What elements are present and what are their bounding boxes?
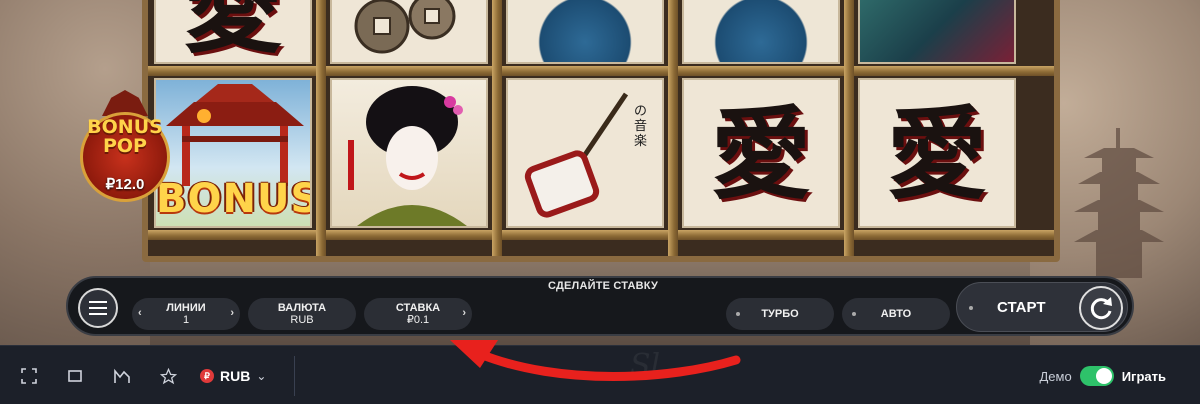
currency-dropdown[interactable]: ₽ RUB ⌄ — [200, 365, 266, 387]
auto-button[interactable]: АВТО — [842, 298, 950, 330]
hamburger-icon — [89, 301, 107, 315]
star-icon[interactable] — [157, 365, 179, 387]
stake-value: ₽0.1 — [406, 314, 430, 326]
lines-selector[interactable]: ‹ ЛИНИИ 1 › — [132, 298, 240, 330]
reel-cell-shamisen: の音楽 — [506, 78, 664, 228]
stake-label: СТАВКА — [395, 302, 441, 314]
bamboo-divider — [492, 0, 502, 256]
currency-code: RUB — [220, 368, 251, 384]
reel-cell-coins — [330, 0, 488, 64]
turbo-button[interactable]: ТУРБО — [726, 298, 834, 330]
reel-cell-geisha-portrait — [858, 0, 1016, 64]
toggle-knob — [1095, 368, 1112, 384]
chevron-right-icon[interactable]: › — [462, 307, 466, 319]
shamisen-icon — [524, 92, 629, 218]
start-label: СТАРТ — [997, 299, 1046, 316]
bamboo-divider — [844, 0, 854, 256]
slot-game-area: 愛 BONUS の音楽 愛 愛 BONUS POP ₽12.0 СДЕЛАЙТЕ… — [0, 0, 1200, 345]
ruble-icon: ₽ — [200, 369, 214, 383]
currency-value: RUB — [290, 314, 314, 326]
start-button[interactable]: СТАРТ — [956, 282, 1128, 332]
bonus-symbol-label: BONUS — [156, 176, 312, 222]
pagoda-silhouette — [1074, 128, 1164, 278]
reel-cell-bonus: BONUS — [154, 78, 312, 228]
turbo-label: ТУРБО — [761, 308, 799, 320]
bamboo-divider — [148, 66, 1054, 76]
stats-icon[interactable] — [111, 365, 133, 387]
coins-icon — [354, 0, 456, 54]
bonus-pop-amount: ₽12.0 — [105, 176, 145, 193]
reel-cell-fan — [682, 0, 840, 64]
instrument-caption: の音楽 — [634, 104, 648, 149]
chevron-down-icon: ⌄ — [256, 369, 267, 383]
game-control-bar: СДЕЛАЙТЕ СТАВКУ ‹ ЛИНИИ 1 › ВАЛЮТА RUB С… — [66, 276, 1134, 336]
reel-cell-kanji: 愛 — [154, 0, 312, 64]
lines-label: ЛИНИИ — [166, 302, 206, 314]
turbo-indicator-dot — [736, 312, 740, 316]
currency-label: ВАЛЮТА — [277, 302, 327, 314]
stake-selector[interactable]: СТАВКА ₽0.1 › — [364, 298, 472, 330]
fullscreen-icon[interactable] — [18, 365, 40, 387]
kanji-symbol: 愛 — [183, 0, 283, 64]
demo-play-toggle[interactable] — [1079, 366, 1114, 386]
reel-cell-fan — [506, 0, 664, 64]
demo-label: Демо — [1039, 368, 1072, 384]
bonus-pop-badge[interactable]: BONUS POP ₽12.0 — [80, 90, 170, 210]
play-label: Играть — [1121, 368, 1166, 384]
bamboo-divider — [668, 0, 678, 256]
reel-frame: 愛 BONUS の音楽 愛 愛 — [142, 0, 1060, 262]
bamboo-divider — [148, 230, 1054, 240]
kanji-symbol: 愛 — [711, 95, 811, 213]
bottom-toolbar: ₽ RUB ⌄ Демо Играть — [0, 345, 1200, 404]
chevron-right-icon[interactable]: › — [230, 307, 234, 319]
chevron-left-icon[interactable]: ‹ — [138, 307, 142, 319]
temple-icon — [166, 84, 304, 186]
reel-cell-kanji: 愛 — [858, 78, 1016, 228]
refresh-icon — [1090, 297, 1112, 320]
spin-button[interactable] — [1079, 286, 1123, 330]
reel-cell-kanji: 愛 — [682, 78, 840, 228]
lines-value: 1 — [182, 314, 190, 326]
auto-indicator-dot — [852, 312, 856, 316]
bonus-pop-line2: POP — [102, 135, 147, 157]
bamboo-divider — [316, 0, 326, 256]
toolbar-divider — [294, 356, 295, 396]
currency-selector[interactable]: ВАЛЮТА RUB — [248, 298, 356, 330]
geisha-icon — [348, 86, 467, 226]
watermark: Sl — [630, 348, 661, 383]
game-page: 愛 BONUS の音楽 愛 愛 BONUS POP ₽12.0 СДЕЛАЙТЕ… — [0, 0, 1200, 404]
reel-cell-geisha — [330, 78, 488, 228]
kanji-symbol: 愛 — [887, 95, 987, 213]
menu-button[interactable] — [78, 288, 118, 328]
start-indicator-dot — [969, 306, 973, 310]
window-icon[interactable] — [64, 365, 86, 387]
mode-switch: Демо Играть — [1039, 365, 1166, 387]
bet-prompt: СДЕЛАЙТЕ СТАВКУ — [547, 280, 659, 292]
bonus-pop-title: BONUS POP — [80, 118, 170, 156]
auto-label: АВТО — [880, 308, 912, 320]
